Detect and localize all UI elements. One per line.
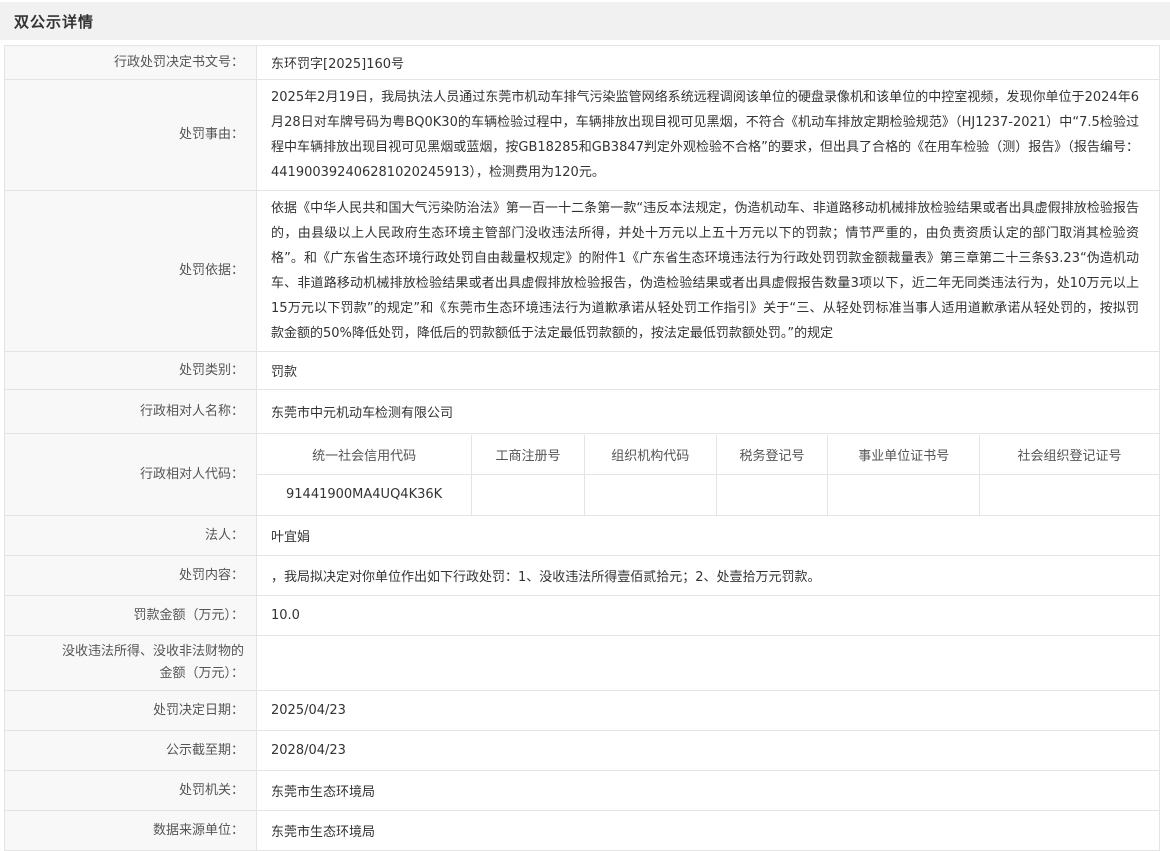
col-header-business-reg-no: 工商注册号 [472, 435, 585, 475]
social-org-cert-no-value [979, 475, 1159, 515]
legal-person-value: 叶宜娟 [257, 516, 1160, 556]
party-name-label: 行政相对人名称： [5, 390, 257, 434]
fine-amount-value: 10.0 [257, 596, 1160, 636]
penalty-authority-label: 处罚机关： [5, 771, 257, 811]
row-party-codes: 行政相对人代码： 统一社会信用代码 工商注册号 组织机构代码 税务登记号 事业单… [5, 434, 1160, 516]
party-codes-label: 行政相对人代码： [5, 434, 257, 516]
penalty-reason-value: 2025年2月19日，我局执法人员通过东莞市机动车排气污染监管网络系统远程调阅该… [257, 80, 1160, 191]
penalty-detail-table: 行政处罚决定书文号： 东环罚字[2025]160号 处罚事由： 2025年2月1… [4, 45, 1160, 851]
page-title: 双公示详情 [14, 11, 94, 32]
confiscation-amount-label: 没收违法所得、没收非法财物的 金额（万元）： [5, 636, 257, 691]
row-fine-amount: 罚款金额（万元）： 10.0 [5, 596, 1160, 636]
row-penalty-content: 处罚内容： ，我局拟决定对你单位作出如下行政处罚：1、没收违法所得壹佰贰拾元；2… [5, 556, 1160, 596]
penalty-category-label: 处罚类别： [5, 352, 257, 390]
decision-date-label: 处罚决定日期： [5, 691, 257, 731]
row-party-name: 行政相对人名称： 东莞市中元机动车检测有限公司 [5, 390, 1160, 434]
party-codes-header-row: 统一社会信用代码 工商注册号 组织机构代码 税务登记号 事业单位证书号 社会组织… [257, 435, 1159, 475]
confiscation-amount-label-line2: 金额（万元）： [13, 663, 244, 685]
institution-cert-no-value [828, 475, 980, 515]
row-publicity-end-date: 公示截至期： 2028/04/23 [5, 731, 1160, 771]
party-codes-value: 统一社会信用代码 工商注册号 组织机构代码 税务登记号 事业单位证书号 社会组织… [257, 434, 1160, 516]
penalty-category-value: 罚款 [257, 352, 1160, 390]
row-data-source: 数据来源单位： 东莞市生态环境局 [5, 811, 1160, 851]
credit-code-value: 91441900MA4UQ4K36K [257, 475, 472, 515]
row-decision-doc-no: 行政处罚决定书文号： 东环罚字[2025]160号 [5, 46, 1160, 80]
penalty-reason-label: 处罚事由： [5, 80, 257, 191]
col-header-social-org-cert-no: 社会组织登记证号 [979, 435, 1159, 475]
confiscation-amount-label-line1: 没收违法所得、没收非法财物的 [13, 641, 244, 663]
col-header-tax-reg-no: 税务登记号 [716, 435, 828, 475]
confiscation-amount-value [257, 636, 1160, 691]
fine-amount-label: 罚款金额（万元）： [5, 596, 257, 636]
org-code-value [584, 475, 716, 515]
col-header-credit-code: 统一社会信用代码 [257, 435, 472, 475]
row-legal-person: 法人： 叶宜娟 [5, 516, 1160, 556]
decision-date-value: 2025/04/23 [257, 691, 1160, 731]
penalty-reason-text: 2025年2月19日，我局执法人员通过东莞市机动车排气污染监管网络系统远程调阅该… [271, 85, 1139, 185]
row-penalty-category: 处罚类别： 罚款 [5, 352, 1160, 390]
row-decision-date: 处罚决定日期： 2025/04/23 [5, 691, 1160, 731]
business-reg-no-value [472, 475, 585, 515]
tax-reg-no-value [716, 475, 828, 515]
data-source-label: 数据来源单位： [5, 811, 257, 851]
party-name-value: 东莞市中元机动车检测有限公司 [257, 390, 1160, 434]
row-penalty-basis: 处罚依据： 依据《中华人民共和国大气污染防治法》第一百一十二条第一款“违反本法规… [5, 191, 1160, 352]
penalty-content-value: ，我局拟决定对你单位作出如下行政处罚：1、没收违法所得壹佰贰拾元；2、处壹拾万元… [257, 556, 1160, 596]
page-header-bar: 双公示详情 [0, 2, 1170, 40]
penalty-basis-text: 依据《中华人民共和国大气污染防治法》第一百一十二条第一款“违反本法规定，伪造机动… [271, 196, 1139, 346]
col-header-org-code: 组织机构代码 [584, 435, 716, 475]
row-penalty-reason: 处罚事由： 2025年2月19日，我局执法人员通过东莞市机动车排气污染监管网络系… [5, 80, 1160, 191]
col-header-institution-cert-no: 事业单位证书号 [828, 435, 980, 475]
penalty-authority-value: 东莞市生态环境局 [257, 771, 1160, 811]
row-penalty-authority: 处罚机关： 东莞市生态环境局 [5, 771, 1160, 811]
publicity-end-date-value: 2028/04/23 [257, 731, 1160, 771]
decision-doc-no-value: 东环罚字[2025]160号 [257, 46, 1160, 80]
row-confiscation-amount: 没收违法所得、没收非法财物的 金额（万元）： [5, 636, 1160, 691]
legal-person-label: 法人： [5, 516, 257, 556]
party-codes-value-row: 91441900MA4UQ4K36K [257, 475, 1159, 515]
publicity-end-date-label: 公示截至期： [5, 731, 257, 771]
penalty-basis-value: 依据《中华人民共和国大气污染防治法》第一百一十二条第一款“违反本法规定，伪造机动… [257, 191, 1160, 352]
party-codes-table: 统一社会信用代码 工商注册号 组织机构代码 税务登记号 事业单位证书号 社会组织… [257, 435, 1159, 515]
data-source-value: 东莞市生态环境局 [257, 811, 1160, 851]
decision-doc-no-label: 行政处罚决定书文号： [5, 46, 257, 80]
penalty-basis-label: 处罚依据： [5, 191, 257, 352]
penalty-content-label: 处罚内容： [5, 556, 257, 596]
